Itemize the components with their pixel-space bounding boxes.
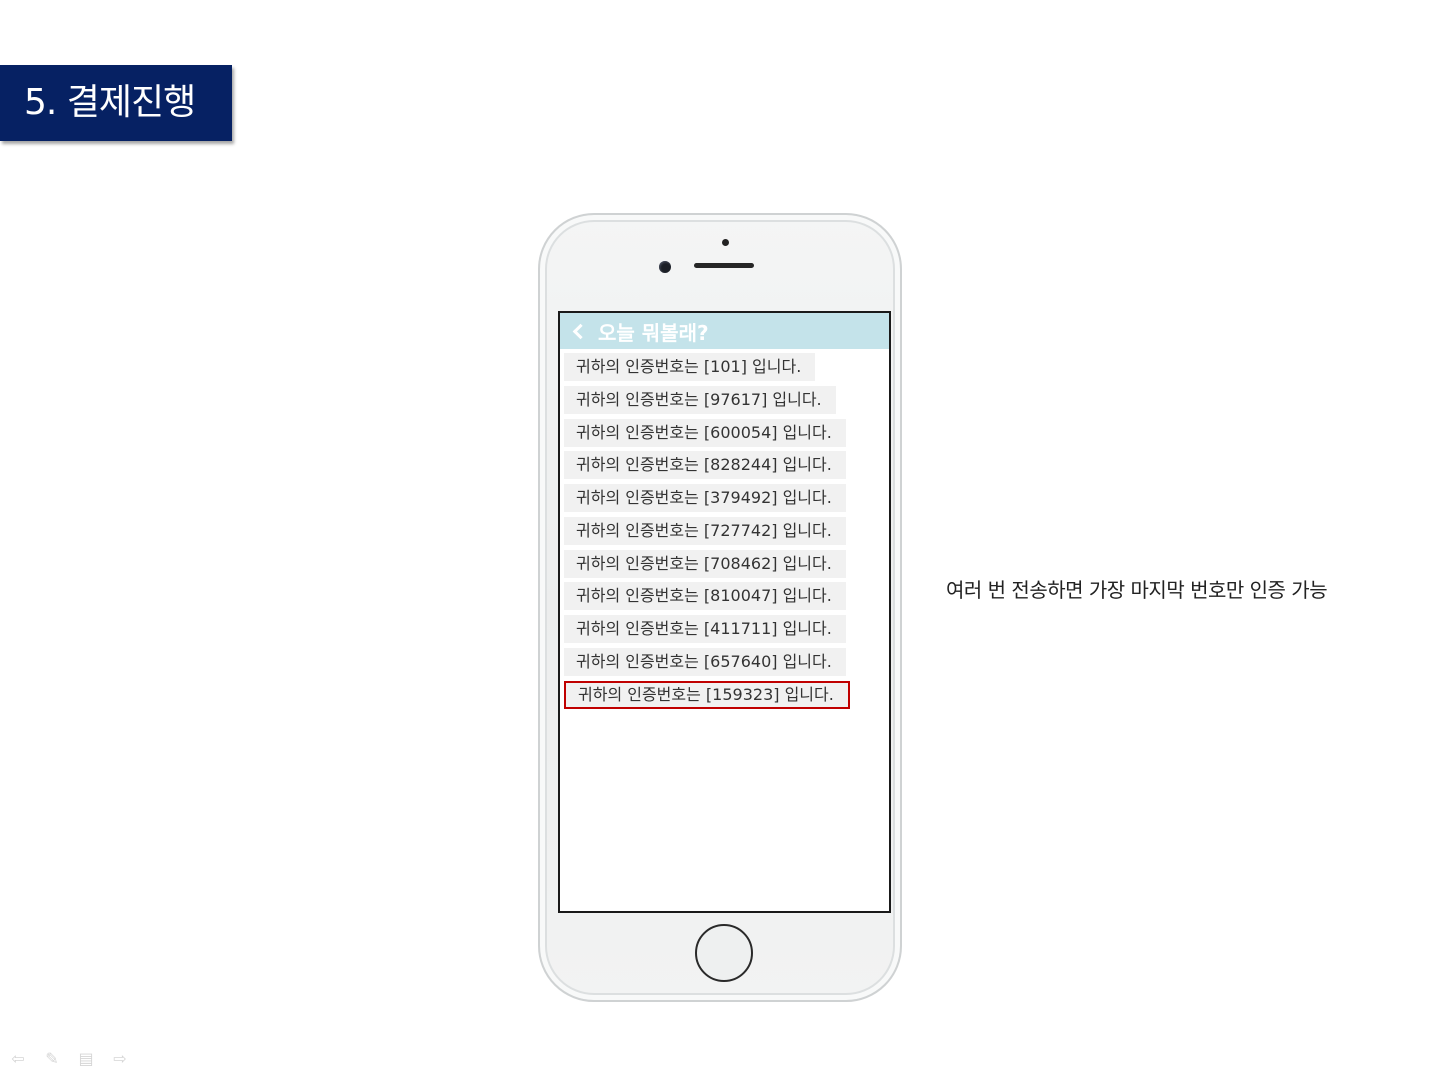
phone-body: 오늘 뭐볼래? 귀하의 인증번호는 [101] 입니다. 귀하의 인증번호는 [9…: [538, 213, 902, 1002]
phone-sensor: [722, 239, 729, 246]
message-list: 귀하의 인증번호는 [101] 입니다. 귀하의 인증번호는 [97617] 입니…: [560, 349, 889, 709]
message-bubble: 귀하의 인증번호는 [600054] 입니다.: [564, 418, 846, 447]
phone-camera-icon: [659, 261, 671, 273]
arrow-left-icon[interactable]: ⇦: [8, 1049, 28, 1068]
message-bubble: 귀하의 인증번호는 [828244] 입니다.: [564, 451, 846, 480]
app-header: 오늘 뭐볼래?: [560, 313, 889, 349]
message-bubble: 귀하의 인증번호는 [379492] 입니다.: [564, 484, 846, 512]
phone-mockup: 오늘 뭐볼래? 귀하의 인증번호는 [101] 입니다. 귀하의 인증번호는 [9…: [536, 211, 904, 1004]
message-bubble: 귀하의 인증번호는 [708462] 입니다.: [564, 549, 846, 578]
slide-title: 5. 결제진행: [0, 65, 232, 141]
side-note: 여러 번 전송하면 가장 마지막 번호만 인증 가능: [946, 578, 1328, 602]
message-bubble: 귀하의 인증번호는 [810047] 입니다.: [564, 582, 846, 611]
message-bubble: 귀하의 인증번호는 [101] 입니다.: [564, 353, 816, 381]
phone-screen: 오늘 뭐볼래? 귀하의 인증번호는 [101] 입니다. 귀하의 인증번호는 [9…: [558, 311, 891, 913]
app-header-title: 오늘 뭐볼래?: [598, 320, 709, 345]
slideshow-controls: ⇦ ✎ ▤ ⇨: [8, 1049, 130, 1068]
arrow-right-icon[interactable]: ⇨: [110, 1049, 130, 1068]
home-button[interactable]: [695, 924, 753, 982]
message-bubble: 귀하의 인증번호는 [97617] 입니다.: [564, 385, 836, 414]
message-bubble-highlighted: 귀하의 인증번호는 [159323] 입니다.: [564, 680, 850, 709]
slide: 5. 결제진행 오늘 뭐볼래? 귀하의 인증번호는 [101] 입니다. 귀하의 …: [0, 0, 1440, 1080]
pen-icon[interactable]: ✎: [42, 1049, 62, 1068]
phone-speaker: [694, 263, 754, 268]
message-bubble: 귀하의 인증번호는 [657640] 입니다.: [564, 647, 846, 676]
message-bubble: 귀하의 인증번호는 [727742] 입니다.: [564, 516, 846, 545]
message-bubble: 귀하의 인증번호는 [411711] 입니다.: [564, 615, 846, 643]
back-icon[interactable]: [572, 323, 589, 339]
menu-icon[interactable]: ▤: [76, 1049, 96, 1068]
